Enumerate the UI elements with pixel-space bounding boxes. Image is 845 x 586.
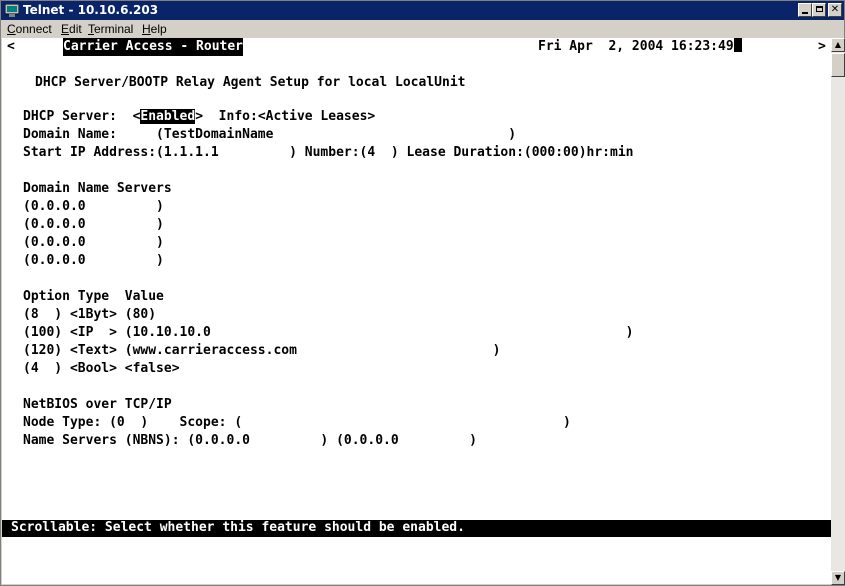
telnet-app-icon [5, 4, 19, 17]
dhcp-server-field[interactable]: Enabled [140, 109, 196, 124]
menu-terminal-rest: erminal [94, 22, 134, 36]
dns-server-field[interactable]: (0.0.0.0 ) [23, 216, 164, 234]
terminal-screen[interactable]: < Carrier Access - Router Fri Apr 2, 200… [2, 38, 831, 584]
nbns-row[interactable]: Name Servers (NBNS): (0.0.0.0 ) (0.0.0.0… [23, 432, 477, 450]
menu-terminal[interactable]: Terminal [88, 20, 133, 38]
node-type-row[interactable]: Node Type: (0 ) Scope: ( ) [23, 414, 571, 432]
dns-server-field[interactable]: (0.0.0.0 ) [23, 252, 164, 270]
nav-left[interactable]: < [7, 38, 15, 56]
arrow-down-icon: ▼ [834, 573, 842, 582]
close-icon: ✕ [830, 4, 840, 15]
scroll-thumb[interactable] [831, 53, 845, 77]
close-button[interactable]: ✕ [828, 3, 842, 17]
dhcp-server-label: DHCP Server: < [23, 109, 141, 124]
netbios-header: NetBIOS over TCP/IP [23, 397, 172, 412]
start-ip-row[interactable]: Start IP Address:(1.1.1.1 ) Number:(4 ) … [23, 144, 633, 162]
dhcp-info-field[interactable]: > Info:<Active Leases> [195, 109, 375, 124]
options-header: Option Type Value [23, 289, 164, 304]
maximize-button[interactable] [812, 3, 826, 17]
minimize-icon [802, 12, 808, 14]
dhcp-server-row: DHCP Server: <Enabled> Info:<Active Leas… [23, 108, 375, 126]
menu-bar: Connect Edit Terminal Help [1, 20, 844, 38]
option-row[interactable]: (8 ) <1Byt> (80) [23, 306, 156, 324]
menu-help-rest: elp [150, 22, 167, 36]
maximize-icon [815, 6, 823, 12]
option-row[interactable]: (4 ) <Bool> <false> [23, 360, 180, 378]
window-title: Telnet - 10.10.6.203 [23, 3, 159, 17]
scroll-up-button[interactable]: ▲ [831, 38, 845, 52]
system-datetime: Fri Apr 2, 2004 16:23:49 [538, 38, 742, 56]
minimize-button[interactable] [798, 3, 812, 17]
dns-server-field[interactable]: (0.0.0.0 ) [23, 234, 164, 252]
menu-connect-mnemonic: C [7, 22, 16, 36]
menu-help[interactable]: Help [142, 20, 167, 38]
menu-help-mnemonic: H [142, 22, 151, 36]
nav-right[interactable]: > [818, 38, 826, 56]
dns-header: Domain Name Servers [23, 181, 172, 196]
system-title: Carrier Access - Router [63, 38, 244, 56]
status-message: Scrollable: Select whether this feature … [11, 520, 465, 535]
menu-edit[interactable]: Edit [61, 20, 82, 38]
option-row[interactable]: (100) <IP > (10.10.10.0 ) [23, 324, 633, 342]
terminal-cursor [733, 38, 742, 52]
option-row[interactable]: (120) <Text> (www.carrieraccess.com ) [23, 342, 500, 360]
arrow-up-icon: ▲ [834, 40, 842, 49]
domain-name-row[interactable]: Domain Name: (TestDomainName ) [23, 126, 516, 144]
scroll-down-button[interactable]: ▼ [831, 571, 845, 585]
status-bar: Scrollable: Select whether this feature … [2, 520, 831, 537]
title-bar[interactable]: Telnet - 10.10.6.203 ✕ [1, 1, 844, 20]
dns-server-field[interactable]: (0.0.0.0 ) [23, 198, 164, 216]
menu-connect[interactable]: Connect [7, 20, 52, 38]
vertical-scrollbar[interactable]: ▲ ▼ [831, 38, 845, 585]
datetime-text: Fri Apr 2, 2004 16:23:49 [538, 39, 734, 54]
telnet-window: Telnet - 10.10.6.203 ✕ Connect Edit Term… [0, 0, 845, 586]
menu-connect-rest: onnect [15, 22, 52, 36]
menu-edit-rest: dit [69, 22, 82, 36]
screen-heading: DHCP Server/BOOTP Relay Agent Setup for … [35, 75, 466, 90]
menu-edit-mnemonic: E [61, 22, 70, 36]
